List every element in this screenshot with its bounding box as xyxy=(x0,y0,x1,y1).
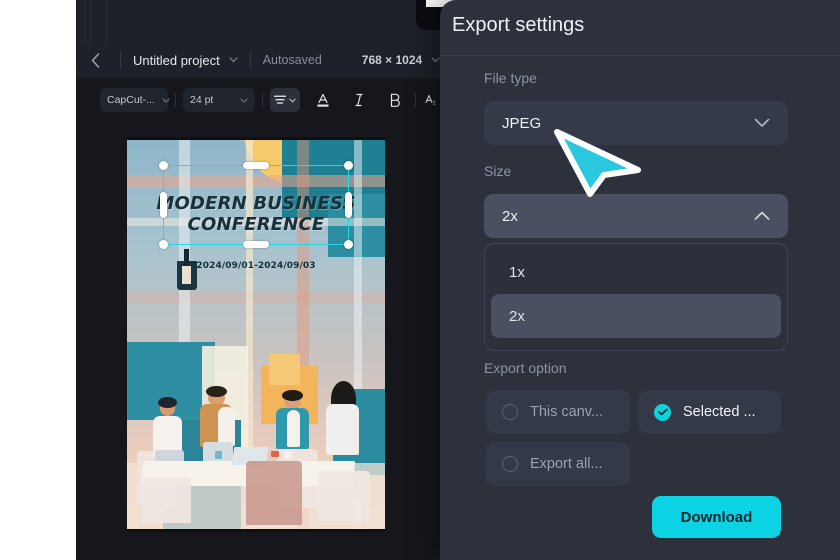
poster-chair xyxy=(142,476,192,524)
resize-handle-top[interactable] xyxy=(243,162,269,169)
resize-handle-right[interactable] xyxy=(345,192,352,218)
chevron-down-icon xyxy=(162,97,170,103)
header-divider xyxy=(120,51,121,69)
export-option-label: Export option xyxy=(484,360,567,376)
size-options-dropdown[interactable]: 1x 2x xyxy=(484,243,788,351)
chevron-down-icon xyxy=(289,98,296,102)
file-type-label: File type xyxy=(484,70,537,86)
poster-canvas[interactable]: MODERN BUSINESS CONFERENCE 2024/09/01-20… xyxy=(127,137,385,532)
export-option-export-all[interactable]: Export all... xyxy=(486,442,630,486)
size-option-1x[interactable]: 1x xyxy=(491,250,781,294)
tab-seam xyxy=(106,0,107,42)
resize-handle-bottom-left[interactable] xyxy=(159,240,168,249)
export-option-label-this-canvas: This canv... xyxy=(530,404,604,420)
chevron-down-icon xyxy=(229,57,238,63)
poster-person-hair xyxy=(282,389,303,401)
font-size-dropdown[interactable]: 24 pt xyxy=(183,88,255,112)
poster-cup xyxy=(284,451,293,459)
resize-handle-bottom-right[interactable] xyxy=(344,240,353,249)
resize-handle-top-left[interactable] xyxy=(159,161,168,170)
chevron-left-icon xyxy=(91,52,99,68)
chevron-down-icon xyxy=(431,57,440,63)
toolbar-divider xyxy=(262,93,263,107)
poster-person-shirt xyxy=(287,410,300,448)
export-option-this-canvas[interactable]: This canv... xyxy=(486,390,630,434)
svg-text:1: 1 xyxy=(432,100,435,106)
autosaved-status: Autosaved xyxy=(262,53,322,67)
bold-button[interactable] xyxy=(382,88,408,112)
poster-person-shirt xyxy=(218,407,236,446)
poster-beam xyxy=(127,291,385,304)
font-size-value: 24 pt xyxy=(190,94,214,106)
header-divider xyxy=(249,51,251,69)
poster-meeting-scene xyxy=(127,335,385,529)
export-option-label-selected: Selected ... xyxy=(683,404,756,420)
italic-i-icon xyxy=(354,93,363,107)
text-selection-box[interactable] xyxy=(159,161,353,249)
poster-person-body xyxy=(326,404,360,455)
project-title: Untitled project xyxy=(133,52,220,68)
text-align-button[interactable] xyxy=(270,88,300,112)
text-color-a-icon xyxy=(317,93,329,107)
poster-chair xyxy=(317,470,370,522)
poster-chair xyxy=(245,460,303,526)
size-label: Size xyxy=(484,163,512,179)
tab-seam xyxy=(84,0,85,42)
font-family-value: CapCut-... xyxy=(107,94,155,106)
font-family-dropdown[interactable]: CapCut-... xyxy=(100,88,170,112)
download-button[interactable]: Download xyxy=(652,496,781,538)
poster-cup xyxy=(271,451,280,458)
radio-checked-icon xyxy=(654,403,671,421)
file-type-value: JPEG xyxy=(502,114,542,132)
italic-button[interactable] xyxy=(346,88,372,112)
export-option-selected[interactable]: Selected ... xyxy=(638,390,781,434)
radio-empty-icon xyxy=(502,456,518,472)
chevron-down-icon xyxy=(754,118,770,128)
letter-spacing-icon: 1 xyxy=(424,94,435,106)
chevron-up-icon xyxy=(754,211,770,221)
resize-handle-top-right[interactable] xyxy=(344,161,353,170)
canvas-size-dropdown[interactable]: 768 × 1024 xyxy=(362,53,440,67)
size-select[interactable]: 2x xyxy=(484,194,788,238)
chevron-down-icon xyxy=(240,97,248,103)
screenshot-root: Untitled project Autosaved 768 × 1024 Ca… xyxy=(0,0,840,560)
export-option-label-export-all: Export all... xyxy=(530,456,603,472)
back-button[interactable] xyxy=(82,47,108,73)
resize-handle-bottom[interactable] xyxy=(243,241,269,248)
panel-title: Export settings xyxy=(452,14,585,36)
panel-divider xyxy=(440,55,840,56)
poster-person-hair xyxy=(206,386,227,398)
project-title-dropdown[interactable]: Untitled project xyxy=(133,53,238,68)
poster-date-range: 2024/09/01-2024/09/03 xyxy=(196,261,316,272)
file-type-select[interactable]: JPEG xyxy=(484,101,788,145)
poster-cup xyxy=(214,451,223,459)
canvas-dimensions: 768 × 1024 xyxy=(361,53,423,67)
bold-b-icon xyxy=(390,93,400,107)
tab-seam xyxy=(90,0,91,42)
size-value: 2x xyxy=(502,207,518,225)
resize-handle-left[interactable] xyxy=(160,192,167,218)
size-option-2x[interactable]: 2x xyxy=(491,294,781,338)
radio-empty-icon xyxy=(502,404,518,420)
toolbar-divider xyxy=(175,93,176,107)
text-color-button[interactable] xyxy=(310,88,336,112)
text-align-icon xyxy=(274,95,286,104)
toolbar-divider xyxy=(415,93,416,107)
